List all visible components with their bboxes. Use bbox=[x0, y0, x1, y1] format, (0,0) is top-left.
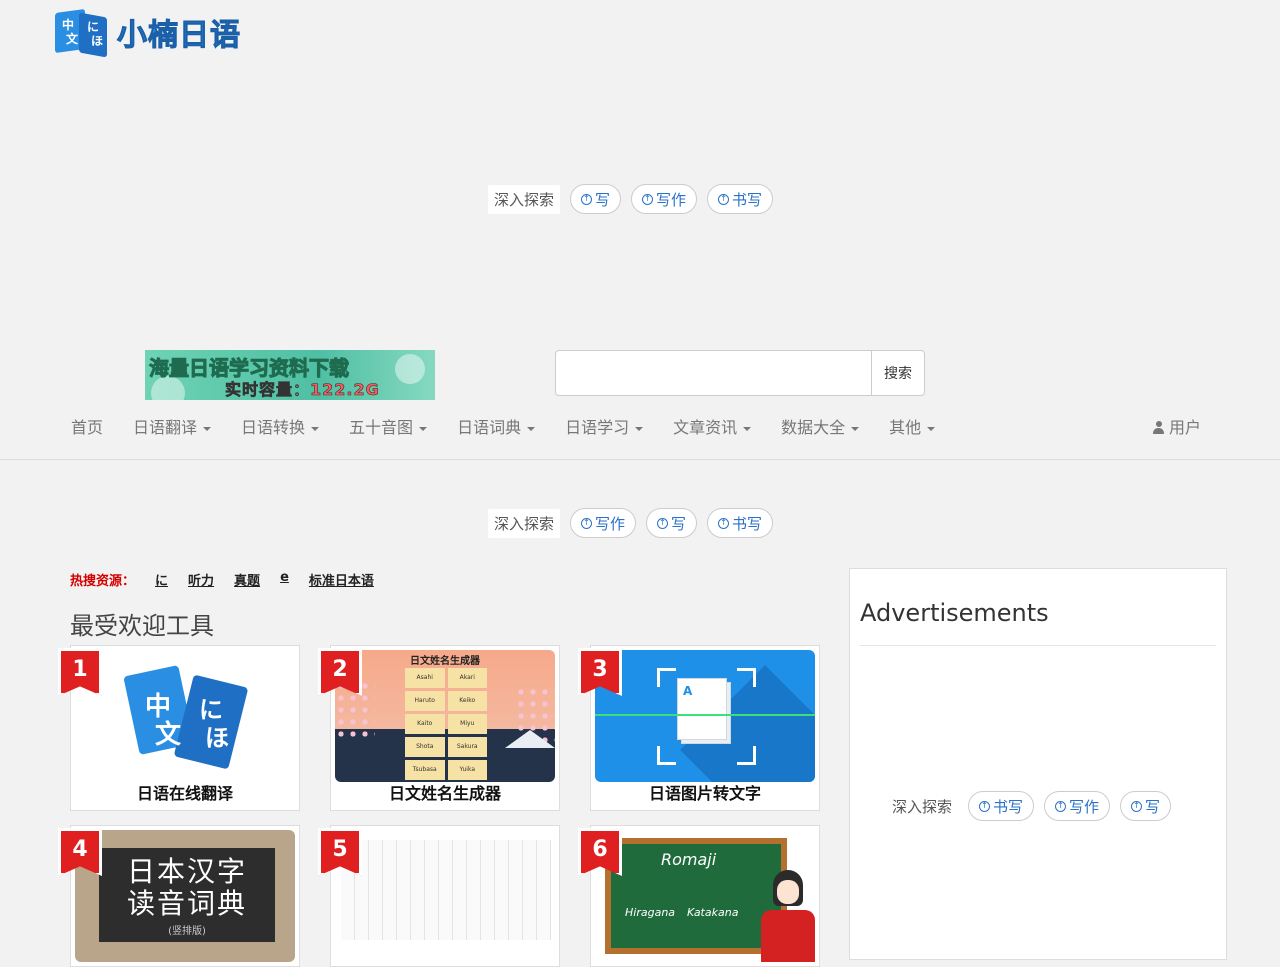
arrow-up-circle-icon: ↑ bbox=[581, 517, 593, 529]
name-generator-thumbnail: 日文姓名生成器 Asahi Akari Haruto Keiko Kaito M… bbox=[335, 650, 555, 782]
explore-chip[interactable]: ↑ 写 bbox=[570, 184, 622, 214]
tool-card-image-ocr[interactable]: A 日语图片转文字 bbox=[590, 645, 820, 811]
nav-item-kana-chart[interactable]: 五十音图 bbox=[334, 414, 442, 438]
explore-chip[interactable]: ↑ 书写 bbox=[707, 184, 774, 214]
kanji-dictionary-thumbnail: 日本汉字 读音词典 (竖排版) bbox=[75, 830, 295, 962]
explore-label: 深入探索 bbox=[892, 797, 953, 816]
tool-card-label: 日文姓名生成器 bbox=[388, 784, 501, 803]
hot-link[interactable]: 标准日本语 bbox=[309, 570, 374, 589]
site-logo[interactable]: 中 文 に ほ 小楠日语 bbox=[55, 8, 241, 58]
tool-card-translate[interactable]: 中 文 に ほ 日语在线翻译 bbox=[70, 645, 300, 811]
nav-item-convert[interactable]: 日语转换 bbox=[226, 414, 334, 438]
caret-down-icon bbox=[311, 426, 320, 431]
nav-item-home[interactable]: 首页 bbox=[56, 414, 118, 438]
hot-searches: 热搜资源： に 听力 真题 e 标准日本语 bbox=[70, 570, 374, 589]
arrow-up-circle-icon: ↑ bbox=[642, 193, 654, 205]
sidebar-divider bbox=[860, 645, 1216, 646]
explore-bar-sidebar: 深入探索 ↑ 书写 ↑ 写作 ↑ 写 bbox=[886, 791, 1172, 821]
hot-link[interactable]: 真题 bbox=[234, 570, 260, 589]
romaji-thumbnail: Romaji Hiragana Katakana bbox=[595, 830, 815, 962]
section-title: 最受欢迎工具 bbox=[70, 612, 214, 640]
nav-item-translate[interactable]: 日语翻译 bbox=[118, 414, 226, 438]
hot-link[interactable]: 听力 bbox=[188, 570, 214, 589]
nav-item-study[interactable]: 日语学习 bbox=[550, 414, 658, 438]
translate-thumbnail: 中 文 に ほ bbox=[75, 650, 295, 782]
nav-item-articles[interactable]: 文章资讯 bbox=[658, 414, 766, 438]
nav-item-other[interactable]: 其他 bbox=[874, 414, 950, 438]
caret-down-icon bbox=[527, 426, 536, 431]
ad-sidebar: Advertisements 深入探索 ↑ 书写 ↑ 写作 ↑ 写 bbox=[849, 568, 1227, 960]
logo-char: 中 bbox=[62, 18, 75, 32]
tool-card-label: 日语图片转文字 bbox=[648, 784, 761, 803]
explore-chip[interactable]: ↑ 写 bbox=[1120, 791, 1172, 821]
logo-char: 文 bbox=[66, 32, 79, 46]
logo-text: 小楠日语 bbox=[117, 18, 241, 54]
explore-chip[interactable]: ↑ 写作 bbox=[631, 184, 698, 214]
arrow-up-circle-icon: ↑ bbox=[1131, 800, 1143, 812]
download-banner[interactable]: 海量日语学习资料下载 实时容量：122.2G bbox=[145, 350, 435, 400]
explore-chip[interactable]: ↑ 书写 bbox=[707, 508, 774, 538]
tool-card-label: 日语在线翻译 bbox=[136, 784, 233, 803]
main-nav: 首页 日语翻译 日语转换 五十音图 日语词典 日语学习 文章资讯 数据大全 其他… bbox=[56, 408, 1216, 444]
caret-down-icon bbox=[851, 426, 860, 431]
logo-char: ほ bbox=[91, 34, 104, 48]
arrow-up-circle-icon: ↑ bbox=[718, 193, 730, 205]
image-ocr-thumbnail: A bbox=[595, 650, 815, 782]
explore-label: 深入探索 bbox=[488, 508, 561, 538]
banner-capacity: 实时容量：122.2G bbox=[225, 380, 380, 400]
caret-down-icon bbox=[203, 426, 212, 431]
caret-down-icon bbox=[419, 426, 428, 431]
tool-card-name-generator[interactable]: 日文姓名生成器 Asahi Akari Haruto Keiko Kaito M… bbox=[330, 645, 560, 811]
hot-searches-label: 热搜资源： bbox=[70, 574, 136, 589]
caret-down-icon bbox=[743, 426, 752, 431]
explore-chip[interactable]: ↑ 写作 bbox=[1044, 791, 1111, 821]
explore-label: 深入探索 bbox=[488, 184, 561, 214]
japanese-keyboard-thumbnail bbox=[335, 830, 555, 962]
arrow-up-circle-icon: ↑ bbox=[657, 517, 669, 529]
tool-card-kanji-dictionary[interactable]: 日本汉字 读音词典 (竖排版) bbox=[70, 825, 300, 967]
nav-item-data[interactable]: 数据大全 bbox=[766, 414, 874, 438]
arrow-up-circle-icon: ↑ bbox=[1055, 800, 1067, 812]
search-form: 搜索 bbox=[555, 350, 925, 396]
tool-card-romaji[interactable]: Romaji Hiragana Katakana bbox=[590, 825, 820, 967]
caret-down-icon bbox=[927, 426, 936, 431]
sidebar-title: Advertisements bbox=[860, 599, 1049, 627]
arrow-up-circle-icon: ↑ bbox=[581, 193, 593, 205]
nav-item-dictionary[interactable]: 日语词典 bbox=[442, 414, 550, 438]
tool-card-keyboard[interactable] bbox=[330, 825, 560, 967]
logo-char: に bbox=[87, 20, 100, 34]
nav-item-user[interactable]: 用户 bbox=[1138, 414, 1216, 438]
hot-link[interactable]: に bbox=[155, 570, 168, 589]
explore-chip[interactable]: ↑ 写 bbox=[646, 508, 698, 538]
logo-mark-icon: 中 文 に ほ bbox=[55, 8, 107, 58]
user-icon bbox=[1152, 421, 1164, 434]
caret-down-icon bbox=[635, 426, 644, 431]
arrow-up-circle-icon: ↑ bbox=[718, 517, 730, 529]
explore-bar-top: 深入探索 ↑ 写 ↑ 写作 ↑ 书写 bbox=[488, 184, 774, 214]
search-button[interactable]: 搜索 bbox=[871, 350, 925, 396]
explore-chip[interactable]: ↑ 书写 bbox=[968, 791, 1035, 821]
search-input[interactable] bbox=[555, 350, 871, 396]
explore-bar-middle: 深入探索 ↑ 写作 ↑ 写 ↑ 书写 bbox=[488, 508, 774, 538]
explore-chip[interactable]: ↑ 写作 bbox=[570, 508, 637, 538]
arrow-up-circle-icon: ↑ bbox=[979, 800, 991, 812]
header-divider bbox=[0, 459, 1280, 460]
hot-link[interactable]: e bbox=[280, 570, 289, 589]
